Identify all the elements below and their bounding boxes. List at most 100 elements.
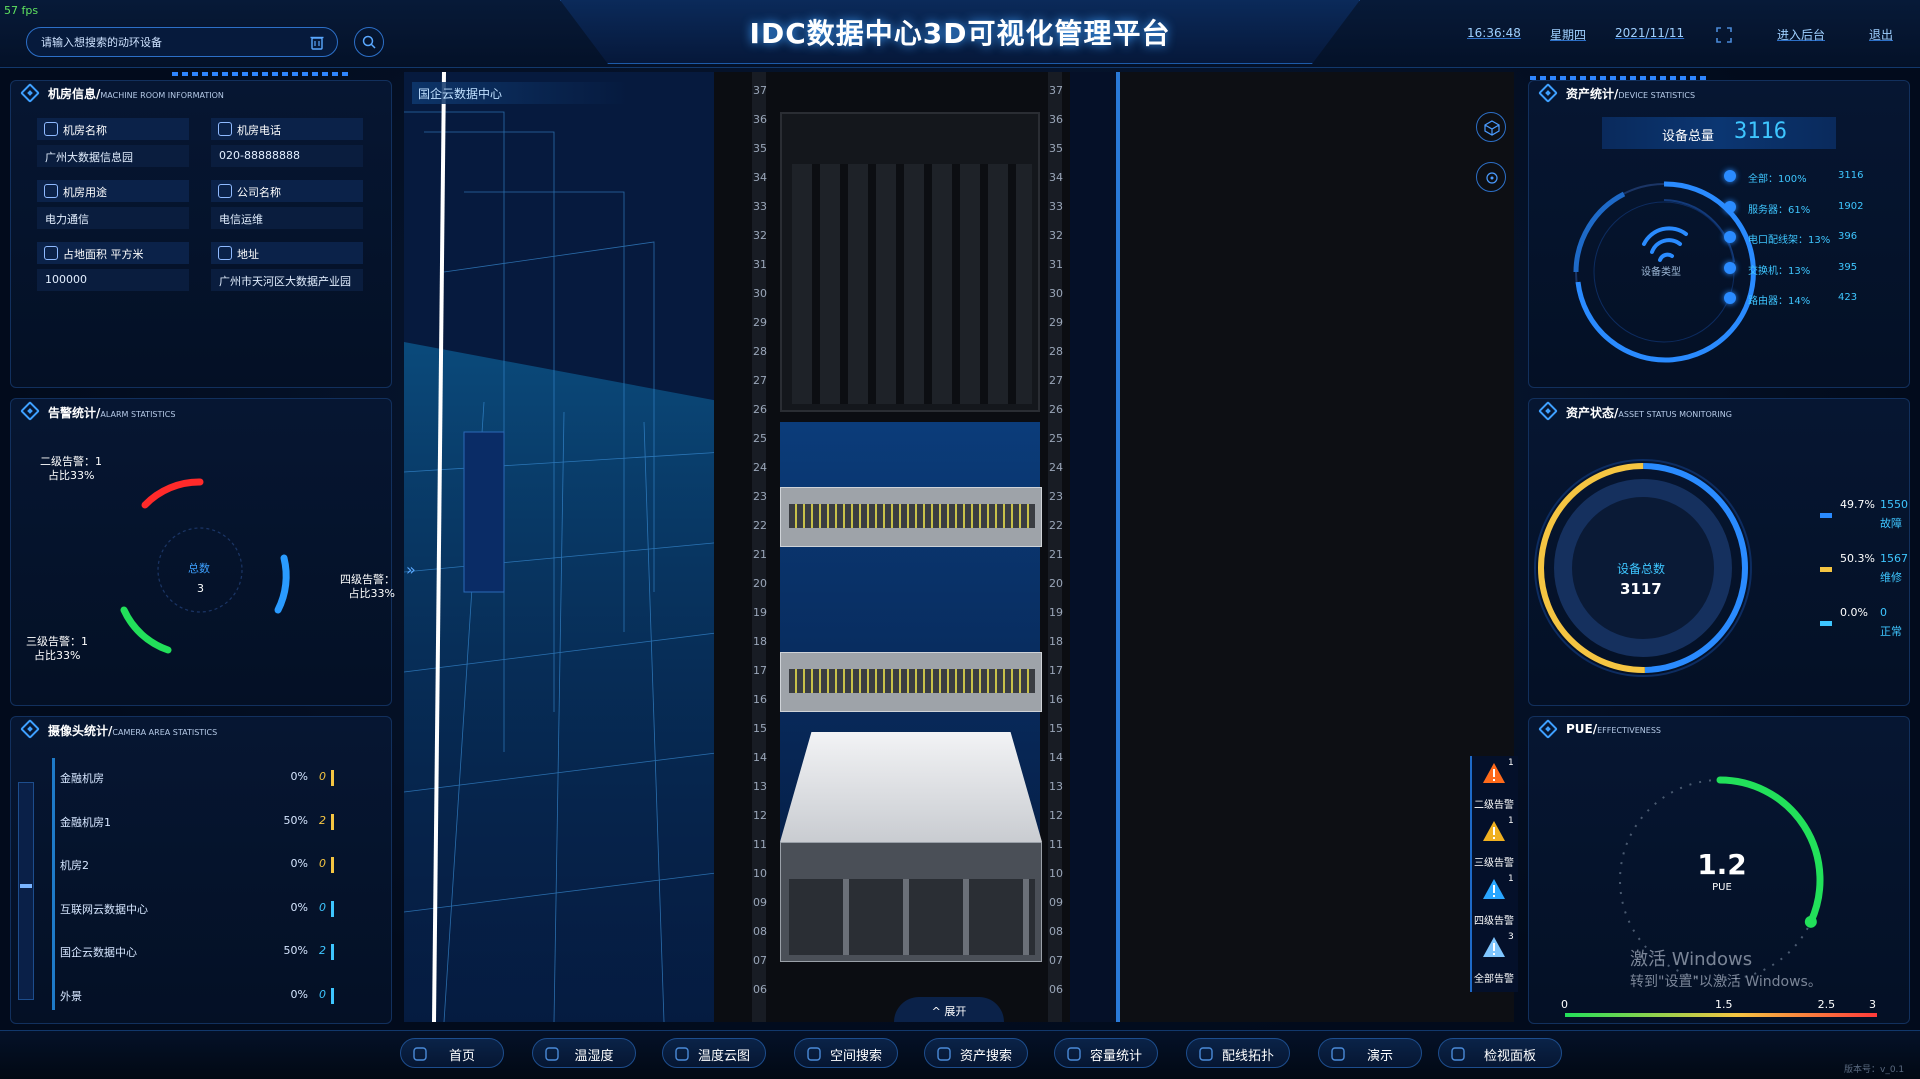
admin-link[interactable]: 进入后台 — [1777, 26, 1825, 43]
room-field-value: 电力通信 — [37, 207, 189, 229]
trash-icon[interactable] — [309, 34, 325, 50]
asset-legend-name: 全部：100% — [1748, 174, 1807, 185]
asset-legend-name: 交换机：13% — [1748, 265, 1811, 277]
rack-unit-number: 34 — [753, 171, 767, 184]
windows-watermark-line1: 激活 Windows — [1630, 949, 1753, 970]
rack-unit-number: 33 — [753, 200, 767, 213]
camera-row-name: 机房2 — [60, 859, 89, 872]
camera-scroll-thumb[interactable] — [20, 884, 32, 888]
network-switch-1[interactable] — [780, 487, 1042, 547]
nav-button-8[interactable]: 检视面板 — [1438, 1038, 1562, 1068]
rack-unit-number: 24 — [1049, 461, 1063, 474]
storage-server[interactable] — [780, 732, 1042, 962]
rack-unit-number: 27 — [753, 374, 767, 387]
asset-legend-name: 电口配线架：13% — [1748, 235, 1831, 246]
nav-button-1[interactable]: 温湿度 — [532, 1038, 636, 1068]
nav-button-7[interactable]: 演示 — [1318, 1038, 1422, 1068]
side-alarm-label[interactable]: 三级告警 — [1471, 854, 1517, 869]
nav-button-5[interactable]: 容量统计 — [1054, 1038, 1158, 1068]
camera-row-name: 金融机房 — [60, 772, 104, 785]
rack-unit-number: 19 — [1049, 606, 1063, 619]
asset-total-value: 3116 — [1734, 119, 1787, 144]
asset-legend-count: 423 — [1838, 292, 1858, 303]
nav-label: 配线拓扑 — [1221, 1049, 1274, 1064]
alarm-label-level4: 四级告警： 占比33% — [340, 573, 395, 600]
pue-knob — [1804, 915, 1817, 928]
nav-button-2[interactable]: 温度云图 — [662, 1038, 766, 1068]
camera-row-bar — [331, 987, 334, 1004]
room-field-label: 占地面积 平方米 — [37, 242, 189, 264]
warning-icon[interactable] — [1482, 936, 1506, 958]
nav-label: 检视面板 — [1483, 1049, 1536, 1064]
rack-unit-number: 20 — [753, 577, 767, 590]
rack-unit-number: 24 — [753, 461, 767, 474]
side-alarm-label[interactable]: 二级告警 — [1471, 796, 1517, 811]
network-switch-2[interactable] — [780, 652, 1042, 712]
nav-button-6[interactable]: 配线拓扑 — [1186, 1038, 1290, 1068]
camera-row-percent: 50% — [283, 813, 308, 827]
camera-row-bar — [331, 944, 334, 960]
rack-unit-number: 37 — [753, 84, 767, 97]
camera-row-name: 国企云数据中心 — [60, 946, 137, 959]
camera-row: 互联网云数据中心 0% 0 — [60, 900, 390, 919]
search-button[interactable] — [354, 27, 384, 57]
alarm-stats-title: 告警统计/ALARM STATISTICS — [48, 406, 176, 420]
fullscreen-icon[interactable] — [1716, 27, 1732, 43]
area-icon — [44, 246, 58, 260]
view-cube-button[interactable] — [1476, 112, 1506, 142]
nav-button-0[interactable]: 首页 — [400, 1038, 504, 1068]
rack-unit-number: 35 — [1049, 142, 1063, 155]
pue-scale-tick: 2.5 — [1817, 998, 1836, 1011]
room-field-label: 机房电话 — [211, 118, 363, 140]
rack-unit-number: 11 — [1049, 838, 1063, 851]
rack-unit-number: 14 — [753, 751, 767, 764]
search-input[interactable] — [41, 34, 301, 52]
viewport-collapse-arrow[interactable]: » — [406, 560, 416, 579]
rack-unit-number: 26 — [753, 403, 767, 416]
warning-icon[interactable] — [1482, 878, 1506, 900]
rack-unit-number: 34 — [1049, 171, 1063, 184]
server-blade-chassis[interactable] — [780, 112, 1040, 412]
logout-link[interactable]: 退出 — [1869, 26, 1893, 43]
camera-row-percent: 0% — [290, 987, 308, 1001]
rack-unit-number: 08 — [753, 925, 767, 938]
phone-icon — [218, 122, 232, 136]
alarm-arc-level3 — [120, 606, 172, 654]
rack-unit-number: 28 — [753, 345, 767, 358]
rack-unit-number: 30 — [1049, 287, 1063, 300]
legend-dot — [1724, 231, 1736, 243]
nav-button-3[interactable]: 空间搜索 — [794, 1038, 898, 1068]
warning-icon[interactable] — [1482, 820, 1506, 842]
side-alarm-count: 1 — [1508, 816, 1514, 826]
rack-unit-number: 06 — [1049, 983, 1063, 996]
pue-scale-tick: 0 — [1561, 998, 1568, 1011]
3d-viewport[interactable]: 37 36 35 34 33 32 31 30 29 28 27 26 25 24 23 22 21 20 19 18… — [404, 72, 1514, 1022]
side-alarm-label[interactable]: 全部告警 — [1471, 970, 1517, 985]
warning-icon[interactable] — [1482, 762, 1506, 784]
room-field-label: 机房用途 — [37, 180, 189, 202]
asset-legend-count: 396 — [1838, 231, 1858, 242]
rack-unit-number: 10 — [753, 867, 767, 880]
side-alarm-count: 1 — [1508, 758, 1514, 768]
rack-unit-number: 12 — [753, 809, 767, 822]
rack-unit-number: 15 — [753, 722, 767, 735]
asset-legend-name: 服务器：61% — [1748, 204, 1811, 216]
room-wireframe — [404, 72, 724, 1022]
camera-row: 金融机房1 50% 2 — [60, 813, 390, 832]
expand-tab[interactable]: ^ 展开 — [894, 997, 1004, 1022]
nav-button-4[interactable]: 资产搜索 — [924, 1038, 1028, 1068]
side-alarm-label[interactable]: 四级告警 — [1471, 912, 1517, 927]
camera-row-name: 互联网云数据中心 — [60, 902, 148, 916]
header-time: 16:36:48 — [1467, 26, 1521, 40]
alarm-arc-level2 — [141, 478, 204, 509]
room-field-value: 020-88888888 — [211, 145, 363, 167]
rack-unit-number: 30 — [753, 287, 767, 300]
room-field-label: 机房名称 — [37, 118, 189, 140]
camera-row-bar — [331, 900, 334, 917]
rack-unit-number: 22 — [753, 519, 767, 532]
view-reset-button[interactable] — [1476, 162, 1506, 192]
camera-scrollbar[interactable] — [18, 782, 34, 1000]
fps-counter: 57 fps — [4, 4, 39, 17]
windows-watermark-line2: 转到"设置"以激活 Windows。 — [1630, 974, 1822, 990]
rack-unit-number: 36 — [753, 113, 767, 126]
